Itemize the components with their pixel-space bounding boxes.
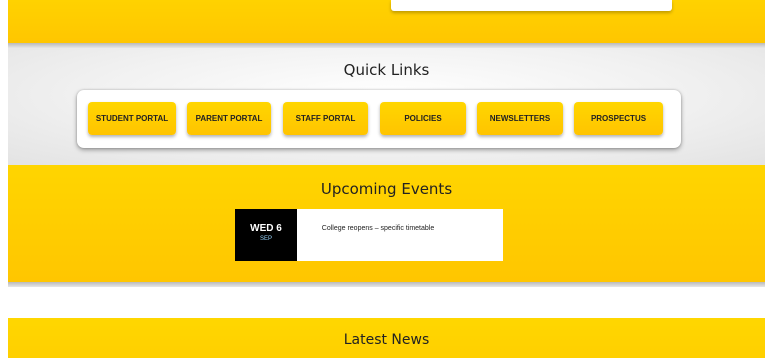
event-title: College reopens – specific timetable [321, 225, 435, 232]
upcoming-events-section: Upcoming Events WED 6 SEP College reopen… [8, 165, 765, 282]
top-yellow-band [8, 0, 765, 43]
policies-button[interactable]: POLICIES [380, 102, 466, 135]
page: Quick Links STUDENT PORTAL PARENT PORTAL… [0, 0, 765, 358]
event-card[interactable]: WED 6 SEP College reopens – specific tim… [235, 209, 503, 261]
student-portal-button[interactable]: STUDENT PORTAL [88, 102, 176, 135]
event-month: SEP [259, 236, 272, 242]
latest-news-section: Latest News [8, 318, 765, 358]
latest-news-heading: Latest News [343, 332, 430, 348]
staff-portal-button[interactable]: STAFF PORTAL [283, 102, 368, 135]
quick-links-panel: STUDENT PORTAL PARENT PORTAL STAFF PORTA… [77, 90, 681, 148]
upcoming-events-heading: Upcoming Events [320, 180, 453, 198]
section-divider-bottom [8, 282, 765, 287]
newsletters-button[interactable]: NEWSLETTERS [477, 102, 563, 135]
prospectus-button[interactable]: PROSPECTUS [574, 102, 663, 135]
top-card [391, 0, 672, 11]
quick-links-heading: Quick Links [343, 61, 430, 79]
event-date-badge: WED 6 SEP [235, 209, 297, 261]
quick-links-section: Quick Links STUDENT PORTAL PARENT PORTAL… [8, 48, 765, 165]
parent-portal-button[interactable]: PARENT PORTAL [187, 102, 271, 135]
event-day: WED 6 [250, 223, 282, 234]
